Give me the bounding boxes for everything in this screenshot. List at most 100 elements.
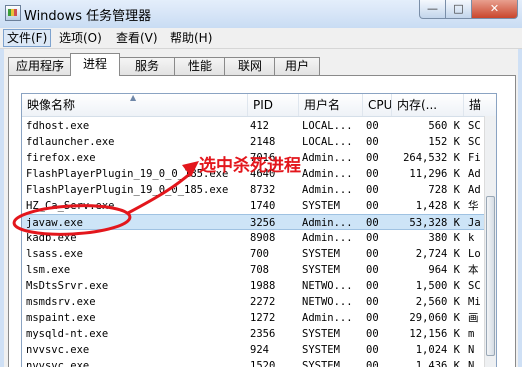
memory-cell: 1,436 K (415, 360, 460, 367)
process-list[interactable]: ▲ 映像名称 PID 用户名 CPU 内存(... 描 fdhost.exe 41… (21, 93, 497, 367)
memory-cell: 964 K (428, 264, 460, 276)
process-row[interactable]: FlashPlayerPlugin_19_0_0_185.exe 8732 Admi… (22, 182, 484, 198)
pid-cell: 8732 (250, 184, 276, 196)
description-cell: SC (468, 120, 481, 132)
memory-cell: 1,428 K (415, 200, 460, 212)
memory-cell: 380 K (428, 232, 460, 244)
description-cell: Fi (468, 152, 481, 164)
tab-users[interactable]: 用户 (274, 57, 320, 75)
column-pid[interactable]: PID (248, 94, 299, 116)
pid-cell: 924 (250, 344, 269, 356)
image-name-cell: FlashPlayerPlugin_19_0_0_185.exe (26, 184, 229, 196)
cpu-cell: 00 (366, 136, 379, 148)
description-cell: SC (468, 280, 481, 292)
scrollbar-thumb[interactable] (486, 196, 495, 356)
user-cell: SYSTEM (302, 200, 340, 212)
memory-cell: 728 K (428, 184, 460, 196)
process-row[interactable]: HZ_Ca_Serv.exe 1740 SYSTEM 00 1,428 K 华 (22, 198, 484, 214)
process-row[interactable]: javaw.exe 3256 Admin... 00 53,328 K Ja (22, 214, 484, 230)
column-description[interactable]: 描 (464, 94, 496, 116)
menu-help[interactable]: 帮助(H) (167, 30, 215, 46)
cpu-cell: 00 (366, 248, 379, 260)
user-cell: Admin... (302, 168, 353, 180)
image-name-cell: nvvsvc.exe (26, 344, 90, 356)
memory-cell: 560 K (428, 120, 460, 132)
process-row[interactable]: lsm.exe 708 SYSTEM 00 964 K 本 (22, 262, 484, 278)
tab-applications[interactable]: 应用程序 (8, 57, 72, 75)
maximize-button[interactable]: □ (445, 0, 472, 19)
task-manager-icon (5, 5, 21, 21)
column-cpu[interactable]: CPU (363, 94, 392, 116)
annotation-label: 选中杀死进程 (199, 156, 301, 176)
memory-cell: 2,724 K (415, 248, 460, 260)
process-row[interactable]: lsass.exe 700 SYSTEM 00 2,724 K Lo (22, 246, 484, 262)
vertical-scrollbar[interactable] (484, 116, 496, 367)
process-row[interactable]: mysqld-nt.exe 2356 SYSTEM 00 12,156 K m (22, 326, 484, 342)
menu-view[interactable]: 查看(V) (113, 30, 161, 46)
menu-file[interactable]: 文件(F) (3, 29, 52, 47)
process-row[interactable]: kadb.exe 8908 Admin... 00 380 K k (22, 230, 484, 246)
image-name-cell: mysqld-nt.exe (26, 328, 109, 340)
user-cell: Admin... (302, 217, 353, 229)
pid-cell: 2356 (250, 328, 276, 340)
description-cell: Ad (468, 184, 481, 196)
memory-cell: 152 K (428, 136, 460, 148)
column-user-name[interactable]: 用户名 (299, 94, 363, 116)
image-name-cell: kadb.exe (26, 232, 77, 244)
process-list-header: ▲ 映像名称 PID 用户名 CPU 内存(... 描 (22, 94, 496, 117)
close-button[interactable]: ✕ (471, 0, 518, 19)
pid-cell: 1272 (250, 312, 276, 324)
column-image-name[interactable]: 映像名称 (22, 94, 248, 116)
description-cell: k (468, 232, 475, 244)
tab-performance[interactable]: 性能 (174, 57, 226, 75)
image-name-cell: msmdsrv.exe (26, 296, 96, 308)
menu-options[interactable]: 选项(O) (56, 30, 105, 46)
pid-cell: 2148 (250, 136, 276, 148)
process-row[interactable]: nvvsvc.exe 924 SYSTEM 00 1,024 K N (22, 342, 484, 358)
memory-cell: 2,560 K (415, 296, 460, 308)
description-cell: Lo (468, 248, 481, 260)
description-cell: 华 (468, 200, 479, 212)
pid-cell: 1520 (250, 360, 276, 367)
image-name-cell: MsDtsSrvr.exe (26, 280, 109, 292)
pid-cell: 2272 (250, 296, 276, 308)
user-cell: NETWO... (302, 296, 353, 308)
cpu-cell: 00 (366, 280, 379, 292)
process-row[interactable]: msmdsrv.exe 2272 NETWO... 00 2,560 K Mi (22, 294, 484, 310)
minimize-button[interactable]: — (419, 0, 446, 19)
cpu-cell: 00 (366, 328, 379, 340)
menu-bar: 文件(F) 选项(O) 查看(V) 帮助(H) (0, 28, 522, 49)
process-row[interactable]: MsDtsSrvr.exe 1988 NETWO... 00 1,500 K SC (22, 278, 484, 294)
column-memory[interactable]: 内存(... (392, 94, 464, 116)
process-row[interactable]: nvvsvc.exe 1520 SYSTEM 00 1,436 K N (22, 358, 484, 367)
tab-processes[interactable]: 进程 (70, 53, 120, 76)
user-cell: SYSTEM (302, 344, 340, 356)
cpu-cell: 00 (366, 184, 379, 196)
process-row[interactable]: fdhost.exe 412 LOCAL... 00 560 K SC (22, 118, 484, 134)
user-cell: Admin... (302, 232, 353, 244)
cpu-cell: 00 (366, 312, 379, 324)
description-cell: N (468, 360, 475, 367)
user-cell: Admin... (302, 312, 353, 324)
memory-cell: 29,060 K (409, 312, 460, 324)
tab-networking[interactable]: 联网 (224, 57, 276, 75)
pid-cell: 3256 (250, 217, 276, 229)
user-cell: Admin... (302, 152, 353, 164)
user-cell: Admin... (302, 184, 353, 196)
cpu-cell: 00 (366, 120, 379, 132)
pid-cell: 708 (250, 264, 269, 276)
tab-services[interactable]: 服务 (118, 57, 176, 75)
cpu-cell: 00 (366, 344, 379, 356)
process-row[interactable]: mspaint.exe 1272 Admin... 00 29,060 K 画 (22, 310, 484, 326)
image-name-cell: javaw.exe (26, 217, 83, 229)
user-cell: SYSTEM (302, 264, 340, 276)
description-cell: SC (468, 136, 481, 148)
pid-cell: 700 (250, 248, 269, 260)
description-cell: 本 (468, 264, 479, 276)
user-cell: SYSTEM (302, 360, 340, 367)
user-cell: SYSTEM (302, 248, 340, 260)
window-title: Windows 任务管理器 (24, 9, 152, 24)
memory-cell: 11,296 K (409, 168, 460, 180)
process-row[interactable]: fdlauncher.exe 2148 LOCAL... 00 152 K SC (22, 134, 484, 150)
user-cell: SYSTEM (302, 328, 340, 340)
